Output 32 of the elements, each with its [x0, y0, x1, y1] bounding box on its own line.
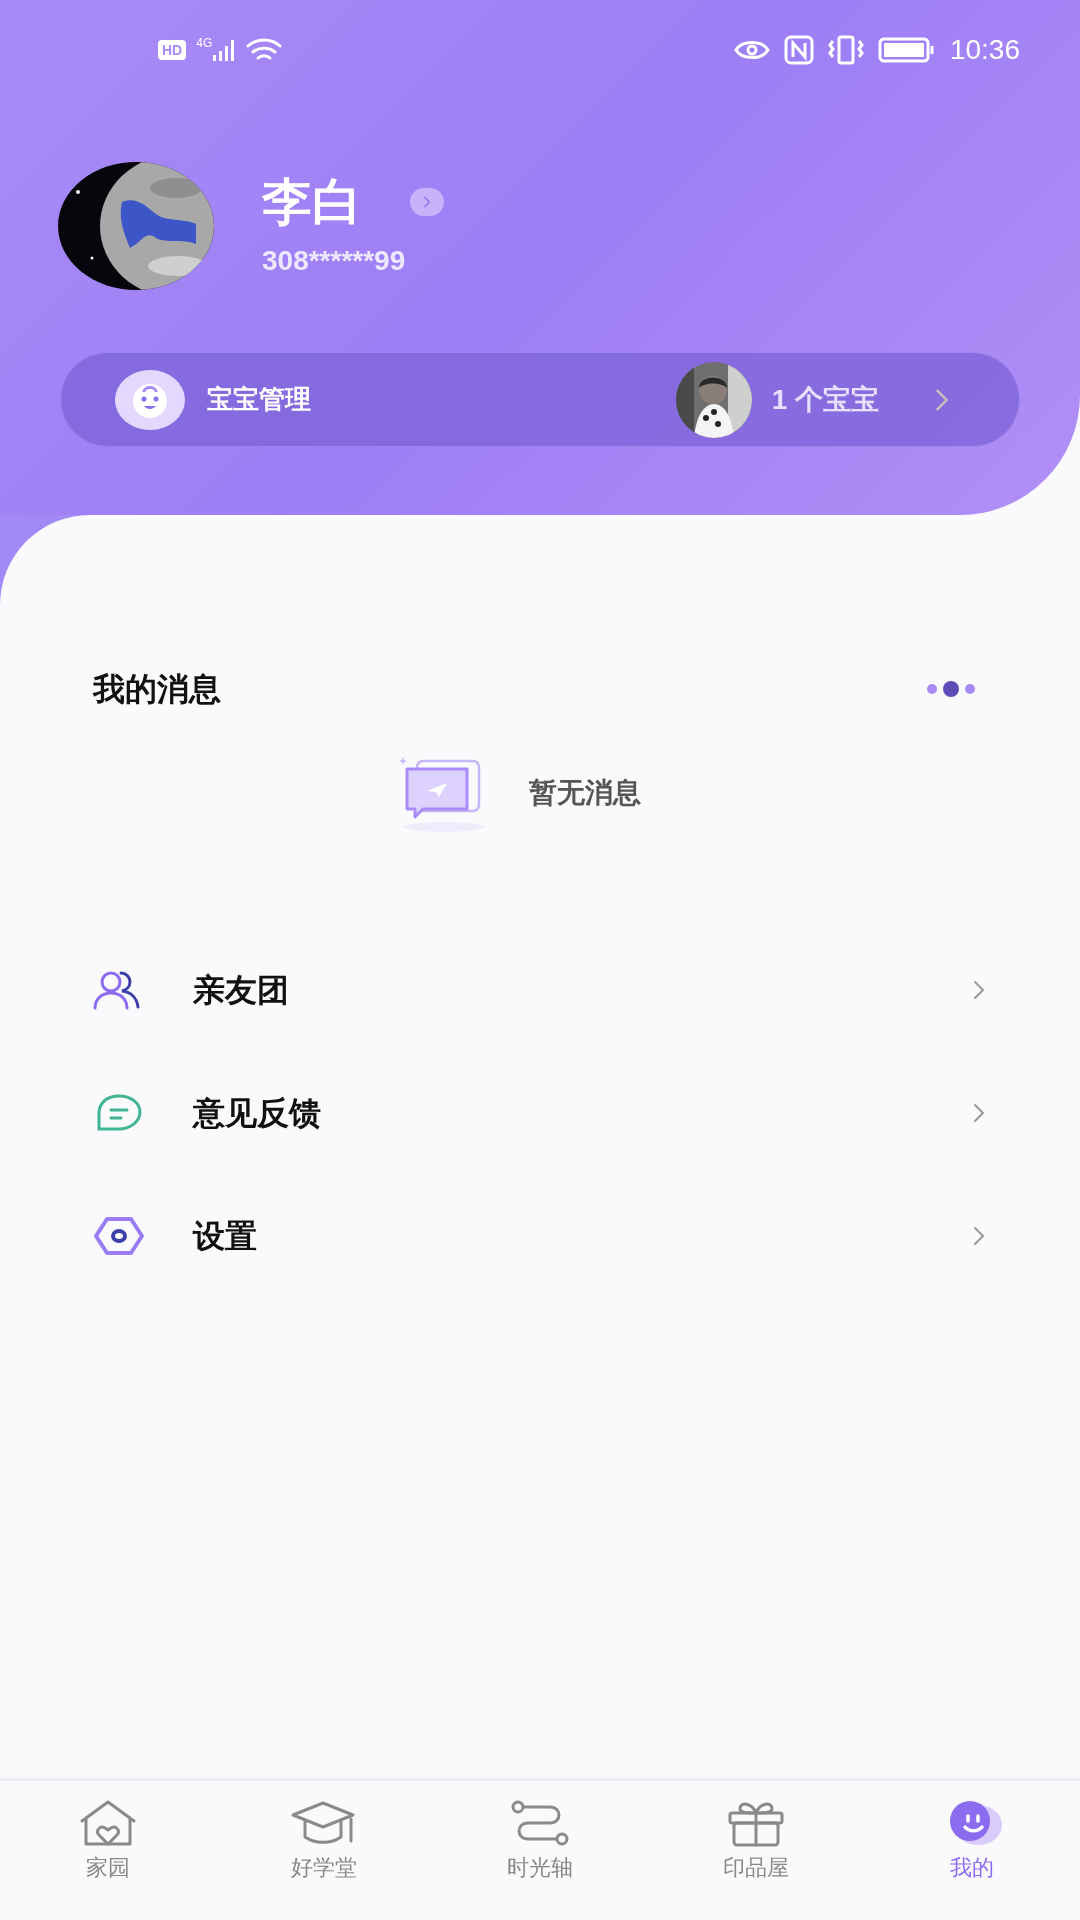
vibrate-icon: [827, 35, 864, 65]
baby-face-icon: [115, 369, 185, 430]
status-time: 10:36: [949, 33, 1020, 67]
nfc-icon: [783, 35, 814, 65]
chevron-icon: [973, 979, 985, 1000]
chevron-icon: [973, 1102, 985, 1123]
profile-arrow-button[interactable]: [410, 188, 444, 216]
account-number: 308******99: [262, 244, 407, 278]
signal-icon: [212, 39, 237, 61]
messages-title: 我的消息: [93, 670, 221, 709]
chevron-icon: [973, 1225, 985, 1246]
baby-management-label: 宝宝管理: [207, 383, 311, 416]
settings-icon: [93, 1215, 145, 1256]
user-name: 李白: [262, 173, 362, 232]
network-label: 4G: [196, 35, 213, 52]
tab-item[interactable]: 我的: [864, 1781, 1080, 1920]
tab-item[interactable]: 家园: [0, 1781, 216, 1920]
tab-item[interactable]: 印品屋: [648, 1781, 864, 1920]
eye-icon: [733, 38, 770, 62]
empty-message-text: 暂无消息: [529, 776, 641, 810]
menu-item[interactable]: 亲友团: [0, 928, 1080, 1051]
battery-icon: [877, 37, 936, 63]
menu-item[interactable]: 意见反馈: [0, 1051, 1080, 1174]
tab-item[interactable]: 时光轴: [432, 1781, 648, 1920]
chevron-icon: [935, 387, 949, 412]
hd-badge: HD: [158, 40, 187, 60]
chat-icon: [95, 1092, 143, 1133]
baby-count: 1 个宝宝: [771, 382, 879, 417]
baby-management-bar[interactable]: 宝宝管理 1 个宝宝: [60, 352, 1020, 447]
chevron-icon: [423, 196, 431, 208]
tab-item[interactable]: 好学堂: [216, 1781, 432, 1920]
menu-item[interactable]: 设置: [0, 1174, 1080, 1297]
